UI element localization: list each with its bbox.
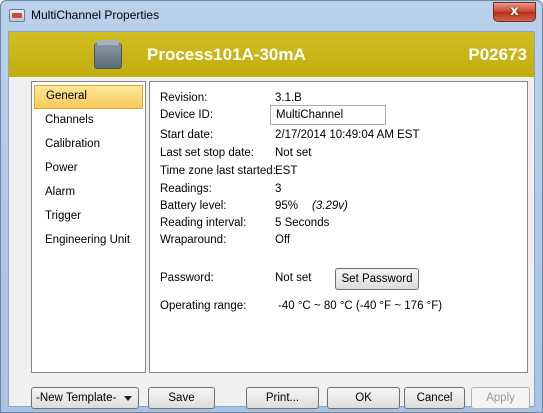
timezone-value: EST [275, 165, 298, 177]
operating-range-value: -40 °C ~ 80 °C (-40 °F ~ 176 °F) [278, 300, 443, 312]
dialog-client: Process101A-30mA P02673 General Channels… [8, 31, 535, 409]
interval-label: Reading interval: [160, 217, 247, 229]
nav-item-trigger[interactable]: Trigger [34, 205, 143, 229]
properties-window: MultiChannel Properties x Process101A-30… [0, 0, 543, 413]
nav-item-engineering-unit[interactable]: Engineering Unit [34, 229, 143, 253]
device-id-input[interactable]: MultiChannel [270, 105, 386, 125]
device-name: Process101A-30mA [147, 45, 306, 64]
device-header: Process101A-30mA P02673 [9, 32, 534, 77]
device-serial: P02673 [468, 45, 527, 64]
nav-item-channels[interactable]: Channels [34, 109, 143, 133]
cancel-button[interactable]: Cancel [404, 387, 465, 409]
nav-item-power[interactable]: Power [34, 157, 143, 181]
battery-percent: 95% [275, 200, 299, 212]
stop-date-value: Not set [275, 147, 312, 159]
battery-value: 95% (3.29v) [275, 200, 348, 212]
save-button[interactable]: Save [148, 387, 215, 409]
readings-label: Readings: [160, 183, 212, 195]
timezone-label: Time zone last started: [160, 165, 276, 177]
nav-item-general[interactable]: General [34, 85, 143, 109]
password-value: Not set [275, 272, 312, 284]
template-dropdown[interactable]: -New Template- [31, 387, 139, 409]
close-icon: x [510, 4, 519, 19]
apply-button[interactable]: Apply [471, 387, 530, 409]
battery-volts: (3.29v) [312, 200, 348, 212]
device-id-label: Device ID: [160, 109, 214, 121]
chevron-down-icon [124, 396, 132, 401]
print-button[interactable]: Print... [246, 387, 319, 409]
set-password-button[interactable]: Set Password [335, 268, 419, 290]
window-title: MultiChannel Properties [31, 8, 160, 22]
interval-value: 5 Seconds [275, 217, 330, 229]
general-panel: Revision: 3.1.B Device ID: MultiChannel … [149, 81, 528, 373]
start-date-label: Start date: [160, 129, 214, 141]
device-logger-icon [94, 40, 122, 69]
window-app-icon [9, 9, 25, 22]
nav-item-calibration[interactable]: Calibration [34, 133, 143, 157]
title-bar[interactable]: MultiChannel Properties x [1, 1, 542, 30]
close-button[interactable]: x [493, 2, 536, 22]
revision-label: Revision: [160, 92, 208, 104]
nav-item-alarm[interactable]: Alarm [34, 181, 143, 205]
operating-range-label: Operating range: [160, 300, 247, 312]
template-value: -New Template- [36, 392, 117, 404]
password-label: Password: [160, 272, 214, 284]
settings-nav: General Channels Calibration Power Alarm… [31, 81, 146, 373]
battery-label: Battery level: [160, 200, 227, 212]
wraparound-label: Wraparound: [160, 234, 227, 246]
readings-value: 3 [275, 183, 282, 195]
revision-value: 3.1.B [275, 92, 302, 104]
ok-button[interactable]: OK [327, 387, 400, 409]
stop-date-label: Last set stop date: [160, 147, 254, 159]
start-date-value: 2/17/2014 10:49:04 AM EST [275, 129, 420, 141]
wraparound-value: Off [275, 234, 291, 246]
